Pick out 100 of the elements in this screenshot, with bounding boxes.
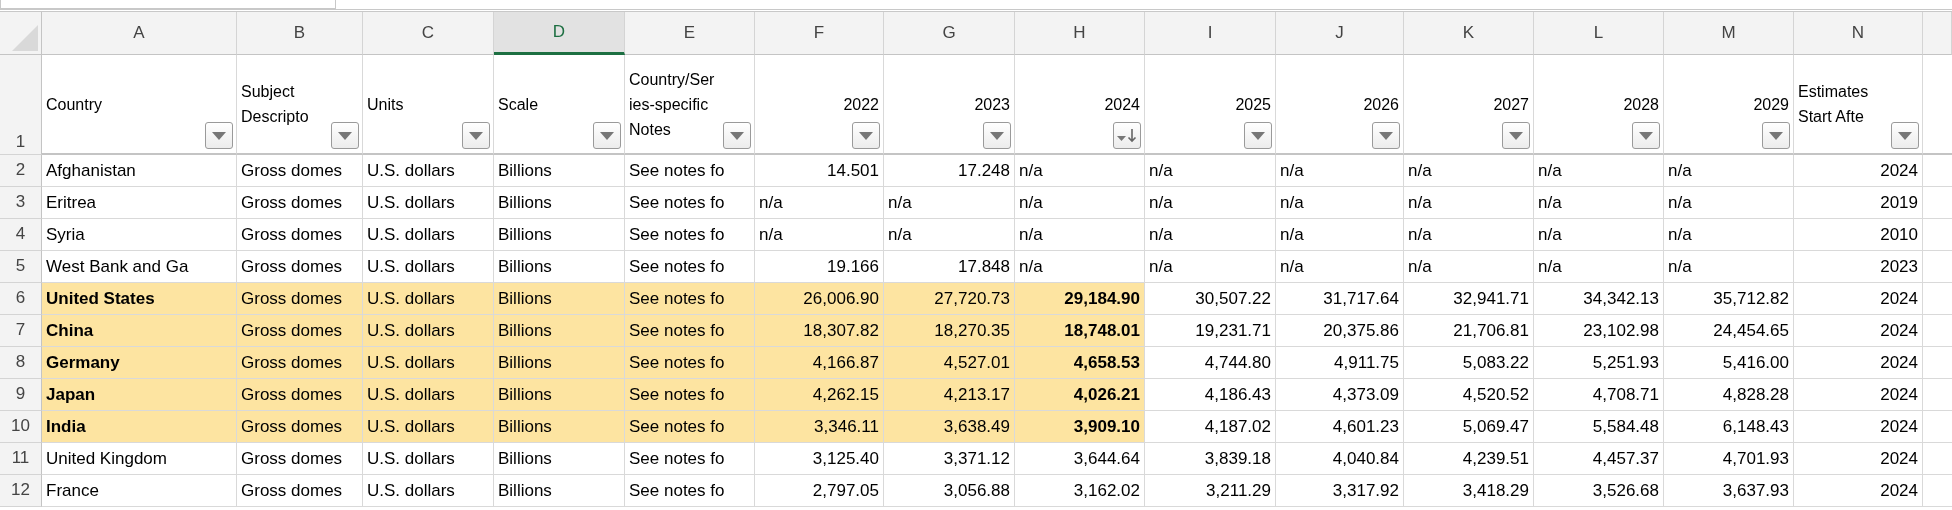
caret-icon [469,131,483,140]
row-number[interactable]: 7 [15,320,26,341]
row-number[interactable]: 1 [15,131,26,152]
table-cell: 2024 [1794,411,1923,443]
column-header[interactable]: H [1015,12,1145,55]
table-cell: n/a [1404,155,1534,187]
table-cell: 2024 [1794,155,1923,187]
table-cell: U.S. dollars [363,283,494,315]
column-title: Subject Descripto [241,82,309,127]
filter-button[interactable] [593,122,621,149]
table-cell: 23,102.98 [1534,315,1664,347]
row-number[interactable]: 3 [15,192,26,213]
column-header[interactable]: A [42,12,237,55]
row-number[interactable]: 6 [15,288,26,309]
table-cell: 4,457.37 [1534,443,1664,475]
filter-button[interactable] [852,122,880,149]
table-cell: 2019 [1794,187,1923,219]
filter-button[interactable] [462,122,490,149]
filter-button[interactable] [983,122,1011,149]
column-header[interactable]: I [1145,12,1276,55]
column-title: Units [367,94,404,115]
column-header[interactable]: F [755,12,884,55]
caret-icon [730,131,744,140]
table-cell: Billions [494,443,625,475]
table-cell: 2024 [1794,379,1923,411]
row-number[interactable]: 4 [15,224,26,245]
column-title: Country [46,94,103,115]
filter-button[interactable] [1502,122,1530,149]
table-cell: Afghanistan [42,155,237,187]
table-cell: 6,148.43 [1664,411,1794,443]
table-cell: 17.248 [884,155,1015,187]
column-header[interactable]: L [1534,12,1664,55]
table-cell: 2024 [1794,475,1923,507]
row-number[interactable]: 8 [15,352,26,373]
table-cell: U.S. dollars [363,475,494,507]
table-cell: 21,706.81 [1404,315,1534,347]
column-header[interactable]: E [625,12,755,55]
column-title: 2023 [974,94,1010,115]
filter-button[interactable] [205,122,233,149]
table-cell: Gross domes [237,155,363,187]
table-cell: 4,239.51 [1404,443,1534,475]
table-cell: 18,307.82 [755,315,884,347]
table-cell: 4,166.87 [755,347,884,379]
table-cell: Billions [494,315,625,347]
table-cell: Gross domes [237,187,363,219]
column-header[interactable]: C [363,12,494,55]
table-cell: 29,184.90 [1015,283,1145,315]
caret-icon [338,131,352,140]
table-cell: n/a [755,187,884,219]
table-cell: 2023 [1794,251,1923,283]
row-number[interactable]: 9 [15,384,26,405]
sort-filter-button[interactable] [1113,122,1141,149]
column-header[interactable]: M [1664,12,1794,55]
table-cell: n/a [1015,187,1145,219]
table-cell: See notes fo [625,347,755,379]
table-cell: n/a [1664,219,1794,251]
table-cell: 3,526.68 [1534,475,1664,507]
table-cell: 3,162.02 [1015,475,1145,507]
filter-button[interactable] [331,122,359,149]
filter-button[interactable] [1891,122,1919,149]
column-header[interactable]: B [237,12,363,55]
filter-button[interactable] [1244,122,1272,149]
table-cell: 5,416.00 [1664,347,1794,379]
row-number[interactable]: 5 [15,256,26,277]
table-cell: Gross domes [237,315,363,347]
row-number[interactable]: 2 [15,160,26,181]
table-cell: Eritrea [42,187,237,219]
table-cell: See notes fo [625,411,755,443]
table-cell: 3,644.64 [1015,443,1145,475]
filter-button[interactable] [1762,122,1790,149]
table-cell: United States [42,283,237,315]
table-cell: U.S. dollars [363,219,494,251]
table-cell: n/a [1404,251,1534,283]
filter-button[interactable] [723,122,751,149]
table-cell: See notes fo [625,187,755,219]
table-cell: n/a [1534,155,1664,187]
table-cell: 4,040.84 [1276,443,1404,475]
table-cell: 4,708.71 [1534,379,1664,411]
table-cell: See notes fo [625,379,755,411]
column-header[interactable]: K [1404,12,1534,55]
column-title: 2026 [1363,94,1399,115]
column-header[interactable]: D [494,12,625,55]
table-cell: 4,520.52 [1404,379,1534,411]
table-cell: Gross domes [237,475,363,507]
table-cell: 2024 [1794,443,1923,475]
filter-button[interactable] [1372,122,1400,149]
table-cell: 4,026.21 [1015,379,1145,411]
column-header[interactable]: N [1794,12,1923,55]
column-header[interactable]: J [1276,12,1404,55]
table-cell: See notes fo [625,315,755,347]
table-cell: 18,270.35 [884,315,1015,347]
filter-button[interactable] [1632,122,1660,149]
table-cell: 30,507.22 [1145,283,1276,315]
table-cell: Gross domes [237,411,363,443]
table-cell: 20,375.86 [1276,315,1404,347]
column-title: 2028 [1623,94,1659,115]
table-cell: n/a [1276,155,1404,187]
column-header[interactable]: G [884,12,1015,55]
caret-icon [1509,131,1523,140]
table-cell: 2024 [1794,347,1923,379]
